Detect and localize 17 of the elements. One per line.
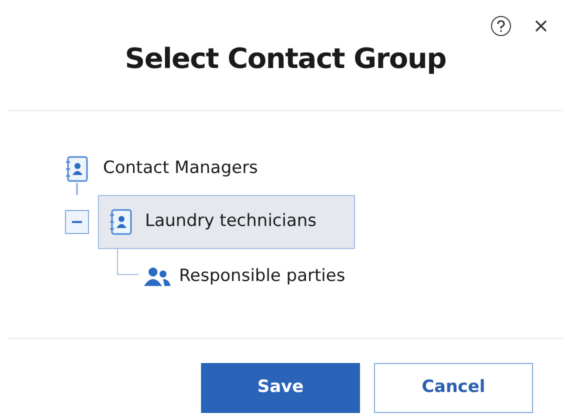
people-icon [143,266,171,287]
contact-book-icon [109,209,133,235]
tree-item-label: Laundry technicians [145,210,317,234]
tree-item[interactable]: Laundry technicians [98,195,355,249]
tree-connector-line [76,183,78,195]
cancel-button[interactable]: Cancel [374,363,533,413]
tree-connector-line [117,249,139,275]
tree-item[interactable]: Responsible parties [179,264,346,290]
help-button[interactable] [491,16,511,36]
close-button[interactable] [533,18,549,34]
tree-item[interactable]: Contact Managers [103,156,258,182]
help-icon [496,20,506,32]
collapse-button[interactable] [65,210,89,234]
contact-book-icon [65,156,89,182]
close-icon [534,19,548,33]
save-button[interactable]: Save [201,363,360,413]
dialog-title: Select Contact Group [124,41,446,77]
